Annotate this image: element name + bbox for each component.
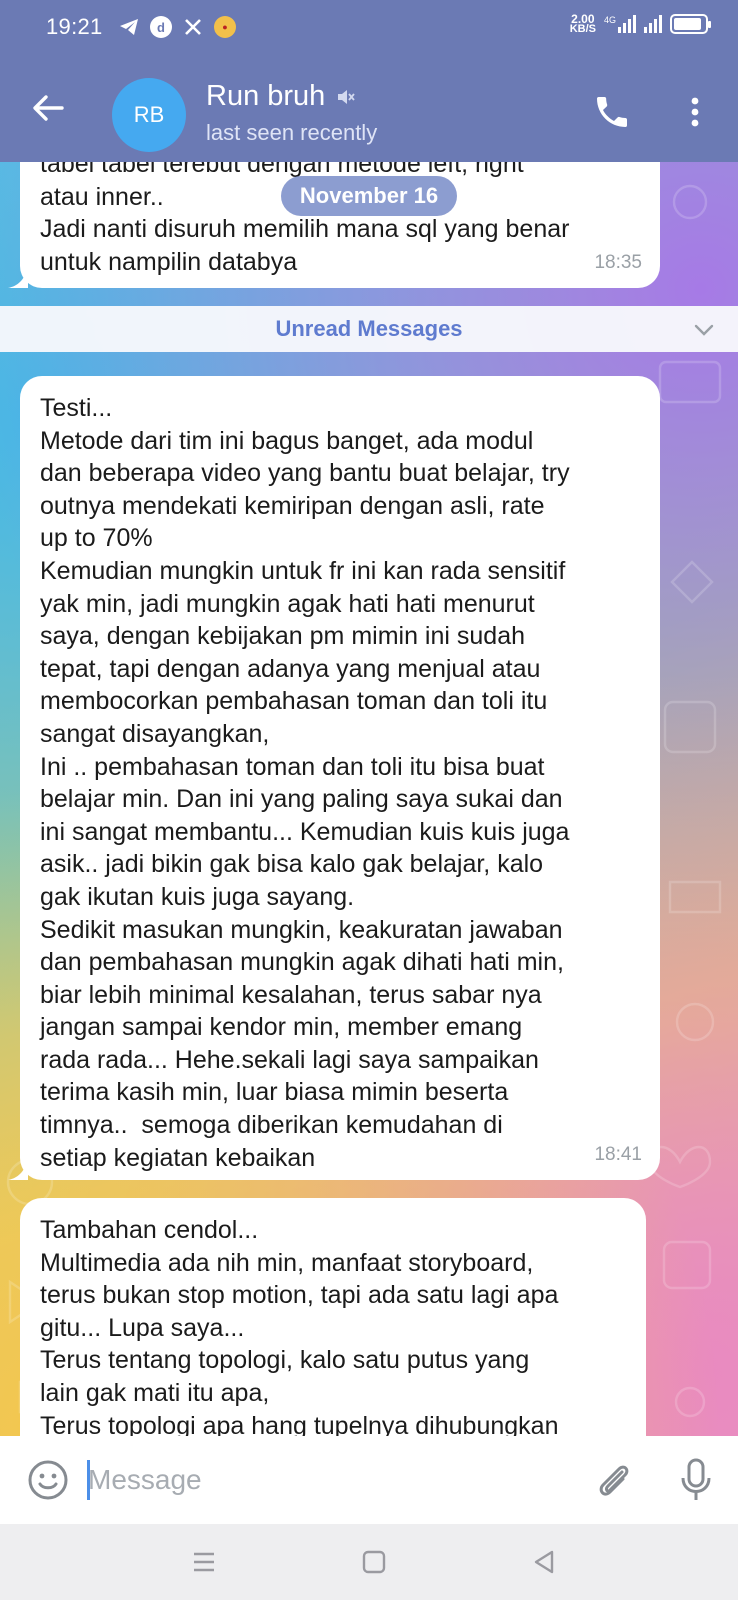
chevron-down-icon[interactable]	[692, 318, 716, 342]
chat-area[interactable]: tabel tabel terebut dengan metode left, …	[0, 162, 738, 1436]
battery-icon	[670, 14, 711, 34]
message-time: 18:35	[594, 252, 642, 274]
avatar[interactable]: RB	[112, 78, 186, 152]
badge-icon: ●	[214, 16, 236, 38]
date-pill: November 16	[281, 176, 457, 216]
chat-name: Run bruh	[206, 80, 326, 112]
app-icon: d	[150, 16, 172, 38]
network-speed: 2.00 KB/S	[569, 12, 596, 35]
emoji-icon[interactable]	[26, 1458, 70, 1502]
unread-separator: Unread Messages	[0, 306, 738, 352]
bubble-tail	[8, 1160, 28, 1180]
signal-icon-2	[644, 15, 662, 33]
status-bar: 19:21 d ● 2.00 KB/S 4G	[0, 0, 738, 56]
message-input[interactable]	[88, 1454, 558, 1506]
system-nav-bar	[0, 1524, 738, 1600]
chat-header: RB Run bruh last seen recently	[0, 66, 738, 162]
back-arrow-icon[interactable]	[28, 88, 68, 128]
signal-icon: 4G	[604, 15, 636, 33]
telegram-icon	[118, 16, 140, 38]
status-right: 2.00 KB/S 4G	[569, 12, 711, 35]
microphone-icon[interactable]	[676, 1456, 716, 1504]
message-input-bar	[0, 1436, 738, 1524]
message-time: 18:41	[594, 1144, 642, 1166]
phone-icon[interactable]	[592, 92, 632, 132]
x-icon	[182, 16, 204, 38]
chat-status: last seen recently	[206, 120, 378, 145]
message-text: Tambahan cendol... Multimedia ada nih mi…	[40, 1216, 559, 1436]
status-time: 19:21	[46, 14, 103, 39]
message-text: Testi... Metode dari tim ini bagus bange…	[40, 394, 570, 1172]
more-options-icon[interactable]	[680, 92, 710, 132]
message-bubble[interactable]: Testi... Metode dari tim ini bagus bange…	[20, 376, 660, 1180]
attach-icon[interactable]	[592, 1458, 636, 1502]
avatar-initials: RB	[133, 102, 165, 127]
bubble-tail	[8, 268, 28, 288]
chat-title[interactable]: Run bruh	[206, 80, 356, 113]
message-bubble[interactable]: Tambahan cendol... Multimedia ada nih mi…	[20, 1198, 646, 1436]
notification-icons: d ●	[118, 16, 236, 38]
mute-icon	[338, 89, 356, 104]
recent-apps-icon[interactable]	[188, 1546, 220, 1578]
home-icon[interactable]	[358, 1546, 390, 1578]
unread-label: Unread Messages	[275, 316, 463, 341]
back-icon[interactable]	[528, 1546, 560, 1578]
